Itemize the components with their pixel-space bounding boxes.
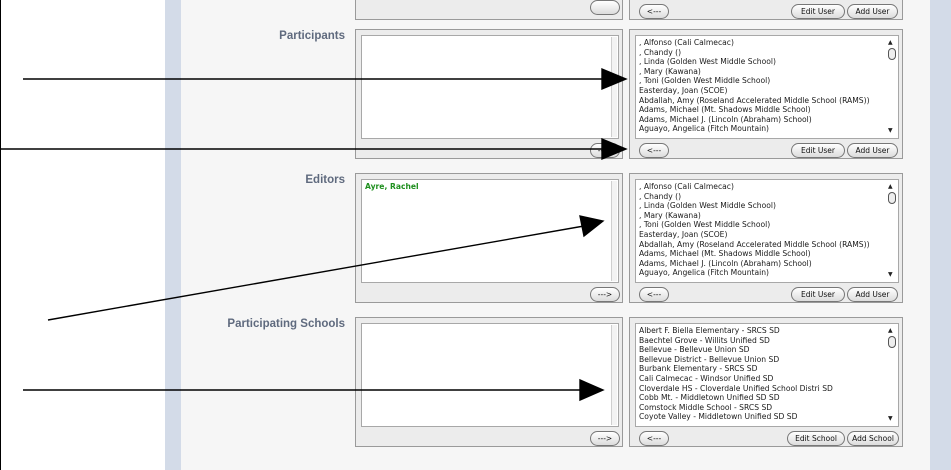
- arrow-head-4-icon: [579, 378, 605, 402]
- arrow-head-1-icon: [601, 67, 628, 91]
- annotation-arrows: [0, 67, 628, 402]
- arrow-head-3-icon: [579, 215, 605, 238]
- arrow-line-3: [47, 225, 585, 321]
- arrow-head-2-icon: [601, 137, 628, 161]
